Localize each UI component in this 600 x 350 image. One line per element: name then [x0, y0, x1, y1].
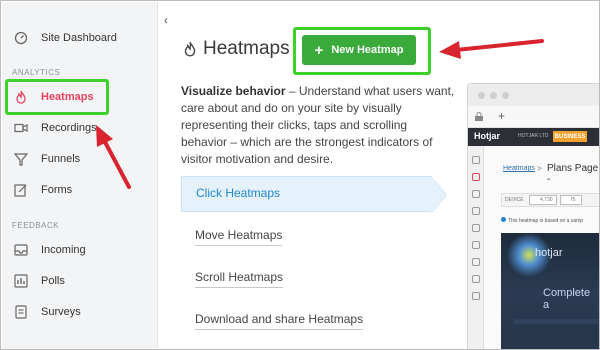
- arrow-to-new-heatmap: [439, 39, 544, 59]
- arrow-to-heatmaps-nav: [96, 125, 131, 189]
- app-frame: Site Dashboard ANALYTICS Heatmaps Record…: [0, 0, 600, 350]
- annotation-arrows: [96, 39, 544, 189]
